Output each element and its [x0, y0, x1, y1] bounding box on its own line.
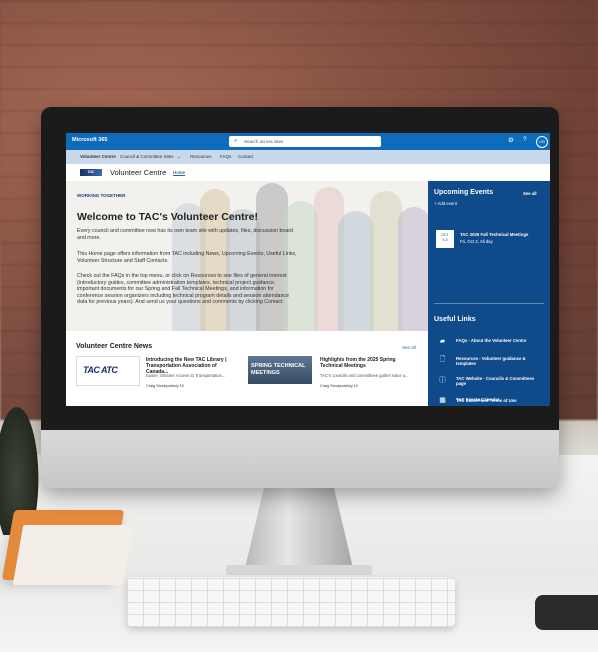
news-card-1-date: July 10 [172, 384, 185, 388]
news-card-2-date: July 10 [346, 384, 359, 388]
suite-bar: Microsoft 365 ⌕ Search across sites ⚙ ? … [66, 133, 550, 150]
sharepoint-screen: Microsoft 365 ⌕ Search across sites ⚙ ? … [66, 133, 550, 406]
events-heading: Upcoming Events [434, 189, 494, 196]
hero-paragraph-2: This Home page offers information from T… [77, 251, 297, 264]
news-heading: Volunteer Centre News [76, 343, 153, 350]
useful-link-faqs[interactable]: ▰ FAQs - About the Volunteer Centre [436, 336, 546, 350]
monitor-chin [41, 430, 559, 488]
site-title[interactable]: Volunteer Centre [110, 168, 166, 177]
event-days: 3-3 [442, 238, 448, 242]
hub-item-council-sites[interactable]: Council & Committee Sites [120, 154, 174, 159]
document-icon: 🗋 [439, 356, 446, 363]
news-card-2-image[interactable]: SPRING TECHNICAL MEETINGS [248, 356, 312, 384]
useful-link-label: FAQs - About the Volunteer Centre [456, 338, 527, 343]
gear-icon[interactable]: ⚙ [508, 136, 514, 144]
chat-icon: ▰ [439, 338, 446, 345]
search-box[interactable]: ⌕ Search across sites [229, 136, 381, 147]
help-icon[interactable]: ? [523, 136, 527, 143]
mouse-pad [535, 595, 598, 630]
chevron-down-icon[interactable]: ⌄ [177, 154, 181, 160]
event-when: Fri, Oct 3, All day [460, 239, 493, 244]
lightbulb-icon: ♀ [439, 397, 446, 404]
m365-brand[interactable]: Microsoft 365 [72, 137, 107, 143]
news-see-all-link[interactable]: See all [402, 345, 416, 350]
paper-stack [12, 525, 134, 585]
monitor-stand-base [226, 565, 372, 575]
news-card-1-image[interactable]: TAC ATC [76, 356, 140, 386]
site-logo[interactable]: TAC [80, 169, 102, 176]
hub-navigation: Volunteer Centre Council & Committee Sit… [66, 150, 550, 164]
hero-tag: WORKING TOGETHER [77, 193, 126, 198]
search-placeholder: Search across sites [244, 139, 284, 144]
news-section: Volunteer Centre News See all TAC ATC In… [66, 331, 428, 406]
useful-link-website[interactable]: ⓘ TAC Website - Councils & Committees pa… [436, 374, 546, 388]
events-see-all-link[interactable]: See all [523, 191, 537, 196]
hub-item-resources[interactable]: Resources [190, 154, 212, 159]
useful-link-label: TAC Website - Councils & Committees page [456, 376, 535, 387]
event-title[interactable]: TAC 2025 Fall Technical Meetings [460, 232, 528, 237]
hero-title: Welcome to TAC's Volunteer Centre! [77, 211, 259, 223]
useful-link-terms[interactable]: ♀ TAC SharePoint Terms of Use [436, 396, 546, 406]
useful-link-resources[interactable]: 🗋 Resources - Volunteer guidance & templ… [436, 354, 546, 368]
right-panel: Upcoming Events See all + Add event OCT … [428, 181, 550, 406]
news-card-2-image-text: SPRING TECHNICAL MEETINGS [251, 363, 306, 376]
news-card-1-author[interactable]: Craig Stockpole [146, 384, 173, 388]
news-card-1-image-text: TAC ATC [83, 365, 118, 375]
useful-link-label: TAC SharePoint Terms of Use [456, 398, 517, 403]
search-icon: ⌕ [234, 138, 238, 144]
hero-paragraph-3: Check out the FAQs in the top menu, or c… [77, 273, 290, 306]
info-icon: ⓘ [439, 377, 446, 384]
keyboard [127, 577, 455, 627]
useful-link-label: Resources - Volunteer guidance & templat… [456, 356, 526, 367]
hero-banner: WORKING TOGETHER Welcome to TAC's Volunt… [66, 181, 428, 331]
event-date-badge: OCT 3-3 [436, 230, 454, 248]
news-card-2-author[interactable]: Craig Stockpole [320, 384, 347, 388]
hub-item-volunteer-centre[interactable]: Volunteer Centre [80, 154, 116, 159]
hub-item-faqs[interactable]: FAQs [220, 154, 231, 159]
hero-paragraph-1: Every council and committee now has its … [77, 228, 294, 241]
site-header: TAC Volunteer Centre Home [66, 164, 550, 182]
tab-home[interactable]: Home [173, 170, 186, 176]
avatar[interactable]: CB [536, 136, 548, 148]
useful-links-heading: Useful Links [434, 316, 476, 323]
hub-item-contact[interactable]: Contact [238, 154, 254, 159]
add-event-button[interactable]: + Add event [434, 201, 457, 206]
news-card-2-description: TAC's councils and committees gather twi… [320, 373, 409, 378]
news-card-2-title[interactable]: Highlights from the 2025 Spring Technica… [320, 357, 416, 369]
news-card-1-description: Easier, Smarter Access to Transportation… [146, 373, 226, 378]
panel-divider [434, 303, 544, 304]
